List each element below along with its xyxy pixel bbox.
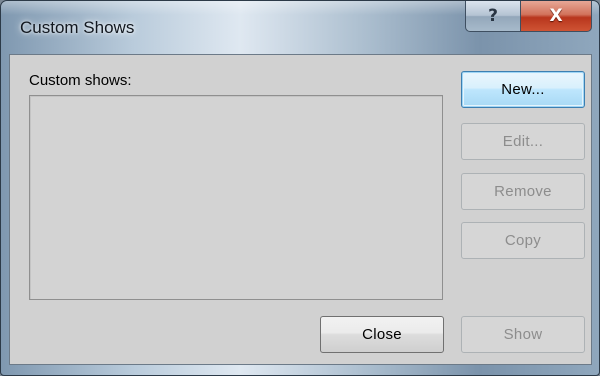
title-bar[interactable]: Custom Shows ? X bbox=[1, 1, 599, 53]
custom-shows-listbox[interactable] bbox=[29, 95, 443, 300]
new-button[interactable]: New... bbox=[461, 71, 585, 108]
help-button[interactable]: ? bbox=[465, 1, 520, 32]
close-window-button[interactable]: X bbox=[520, 1, 592, 32]
caption-buttons: ? X bbox=[465, 1, 592, 32]
edit-button[interactable]: Edit... bbox=[461, 123, 585, 160]
copy-button[interactable]: Copy bbox=[461, 222, 585, 259]
dialog-title: Custom Shows bbox=[20, 18, 135, 37]
remove-button[interactable]: Remove bbox=[461, 173, 585, 210]
show-button[interactable]: Show bbox=[461, 316, 585, 353]
dialog-body: Custom shows: New... Edit... Remove Copy… bbox=[9, 54, 592, 365]
custom-shows-label: Custom shows: bbox=[29, 72, 132, 89]
custom-shows-dialog: Custom Shows ? X Custom shows: New... Ed… bbox=[0, 0, 600, 376]
close-button[interactable]: Close bbox=[320, 316, 444, 353]
close-x-icon: X bbox=[549, 6, 563, 26]
help-question-icon: ? bbox=[488, 6, 498, 26]
